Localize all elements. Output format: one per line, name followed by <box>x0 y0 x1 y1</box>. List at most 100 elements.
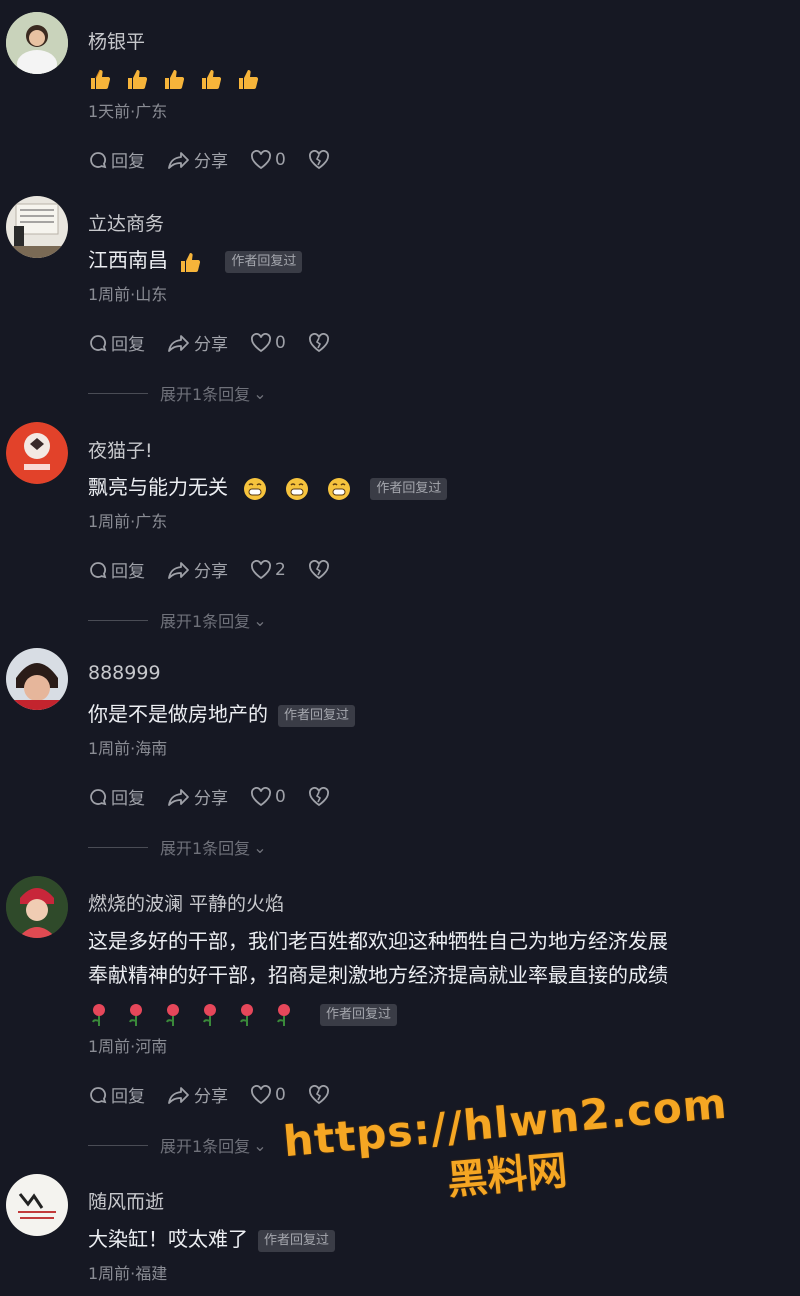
comment-text: 这是多好的干部，我们老百姓都欢迎这种牺牲自己为地方经济发展 <box>88 929 668 953</box>
reply-button[interactable]: 回复 <box>88 784 145 809</box>
rose-emoji <box>277 1003 290 1026</box>
reply-button[interactable]: 回复 <box>88 557 145 582</box>
share-button[interactable]: 分享 <box>167 557 228 582</box>
expand-replies-button[interactable]: 展开1条回复 ⌄ <box>88 608 267 632</box>
reply-bubble-icon <box>90 1086 107 1103</box>
share-button[interactable]: 分享 <box>167 1082 228 1107</box>
like-button[interactable]: 0 <box>250 1085 286 1105</box>
share-button[interactable]: 分享 <box>167 784 228 809</box>
avatar[interactable] <box>6 12 68 74</box>
expand-replies-button[interactable]: 展开1条回复 ⌄ <box>88 835 267 859</box>
like-button[interactable]: 0 <box>250 787 286 807</box>
reply-button[interactable]: 回复 <box>88 330 145 355</box>
dislike-button[interactable] <box>308 786 333 807</box>
comment-emoji-row: 作者回复过 <box>88 996 398 1030</box>
comment-meta: 1周前·福建 <box>88 1264 168 1283</box>
chevron-down-icon: ⌄ <box>253 610 267 630</box>
broken-heart-icon <box>308 559 329 579</box>
comment-text: 大染缸！哎太难了 作者回复过 <box>88 1222 336 1256</box>
heart-icon <box>251 332 271 352</box>
comment-text <box>88 60 273 94</box>
author-replied-badge: 作者回复过 <box>258 1229 336 1252</box>
comment-actions: 回复 分享 0 <box>88 784 355 809</box>
reply-button[interactable]: 回复 <box>88 1082 145 1107</box>
reply-bubble-icon <box>90 151 107 168</box>
share-button[interactable]: 分享 <box>167 147 228 172</box>
author-replied-badge: 作者回复过 <box>320 1003 398 1026</box>
comment-text-line2: 奉献精神的好干部，招商是刺激地方经济提高就业率最直接的成绩 <box>88 963 668 987</box>
comment-actions: 回复 分享 0 <box>88 1082 355 1107</box>
comment-actions: 回复 分享 0 <box>88 147 355 172</box>
rose-emoji <box>92 1003 105 1026</box>
like-count: 0 <box>275 149 286 170</box>
dislike-button[interactable] <box>308 559 333 580</box>
reply-bubble-icon <box>90 561 107 578</box>
dislike-button[interactable] <box>308 1084 333 1105</box>
avatar[interactable] <box>6 196 68 258</box>
reply-bubble-icon <box>90 334 107 351</box>
thumbs-up-emoji <box>202 69 222 89</box>
username[interactable]: 夜猫子! <box>88 436 153 463</box>
username[interactable]: 杨银平 <box>88 27 145 54</box>
comment-actions: 回复 分享 0 <box>88 330 355 355</box>
share-button[interactable]: 分享 <box>167 330 228 355</box>
broken-heart-icon <box>308 1084 329 1104</box>
author-replied-badge: 作者回复过 <box>225 250 303 273</box>
comment-text: 飘亮与能力无关 作者回复过 <box>88 470 448 504</box>
avatar[interactable] <box>6 876 68 938</box>
comment-meta: 1周前·广东 <box>88 512 168 531</box>
rose-emoji <box>129 1003 142 1026</box>
thumbs-up-emoji <box>181 252 201 272</box>
reply-button[interactable]: 回复 <box>88 147 145 172</box>
dislike-button[interactable] <box>308 149 333 170</box>
share-arrow-icon <box>168 788 189 806</box>
author-replied-badge: 作者回复过 <box>278 704 356 727</box>
broken-heart-icon <box>308 149 329 169</box>
expand-replies-button[interactable]: 展开1条回复 ⌄ <box>88 381 267 405</box>
divider <box>88 392 148 394</box>
like-button[interactable]: 0 <box>250 150 286 170</box>
like-count: 0 <box>275 332 286 353</box>
like-count: 0 <box>275 1084 286 1105</box>
divider <box>88 846 148 848</box>
share-arrow-icon <box>168 151 189 169</box>
username[interactable]: 燃烧的波澜 平静的火焰 <box>88 889 284 916</box>
comment-meta: 1周前·海南 <box>88 739 168 758</box>
avatar[interactable] <box>6 1174 68 1236</box>
like-count: 0 <box>275 786 286 807</box>
comment-meta: 1周前·山东 <box>88 285 168 304</box>
heart-icon <box>251 1084 271 1104</box>
comment-text: 江西南昌 作者回复过 <box>88 243 303 277</box>
share-arrow-icon <box>168 334 189 352</box>
avatar[interactable] <box>6 648 68 710</box>
broken-heart-icon <box>308 332 329 352</box>
avatar[interactable] <box>6 422 68 484</box>
thumbs-up-emoji <box>91 69 111 89</box>
username[interactable]: 随风而逝 <box>88 1187 164 1214</box>
thumbs-up-emoji <box>165 69 185 89</box>
like-button[interactable]: 2 <box>250 560 286 580</box>
comment-actions: 回复 分享 2 <box>88 557 355 582</box>
heart-icon <box>251 786 271 806</box>
chevron-down-icon: ⌄ <box>253 383 267 403</box>
heart-icon <box>251 559 271 579</box>
comment-meta: 1天前·广东 <box>88 102 168 121</box>
rose-emoji <box>203 1003 216 1026</box>
grin-emoji <box>286 477 309 500</box>
thumbs-up-emoji <box>128 69 148 89</box>
share-arrow-icon <box>168 1086 189 1104</box>
divider <box>88 1144 148 1146</box>
username[interactable]: 888999 <box>88 662 161 684</box>
username[interactable]: 立达商务 <box>88 209 164 236</box>
broken-heart-icon <box>308 786 329 806</box>
rose-emoji <box>240 1003 253 1026</box>
like-button[interactable]: 0 <box>250 333 286 353</box>
expand-replies-button[interactable]: 展开1条回复 ⌄ <box>88 1133 267 1157</box>
divider <box>88 619 148 621</box>
heart-icon <box>251 149 271 169</box>
share-arrow-icon <box>168 561 189 579</box>
dislike-button[interactable] <box>308 332 333 353</box>
author-replied-badge: 作者回复过 <box>370 477 448 500</box>
grin-emoji <box>328 477 351 500</box>
reply-bubble-icon <box>90 788 107 805</box>
